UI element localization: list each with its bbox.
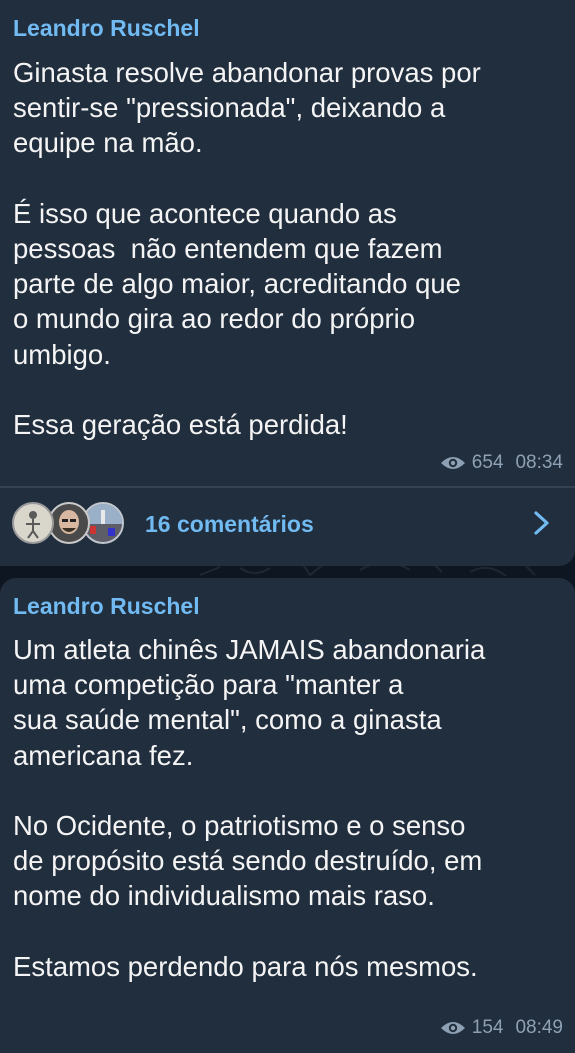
divider (0, 486, 575, 488)
eye-icon (440, 457, 465, 469)
message-meta: 654 08:34 (440, 452, 563, 474)
author-name[interactable]: Leandro Ruschel (13, 593, 200, 620)
comments-button[interactable]: 16 comentários (0, 496, 575, 554)
message-bubble: Leandro Ruschel Um atleta chinês JAMAIS … (0, 578, 575, 1053)
avatar (48, 502, 90, 544)
message-text: Um atleta chinês JAMAIS abandonaria uma … (13, 634, 486, 982)
view-count: 154 (471, 1017, 504, 1038)
chevron-right-icon[interactable] (531, 510, 553, 536)
message-meta: 154 08:49 (440, 1017, 563, 1039)
comments-count-label[interactable]: 16 comentários (145, 511, 314, 538)
author-name[interactable]: Leandro Ruschel (13, 15, 200, 42)
eye-icon (440, 1022, 465, 1034)
avatar (12, 502, 54, 544)
view-count: 654 (471, 452, 504, 473)
message-time: 08:49 (515, 1017, 563, 1038)
message-text: Ginasta resolve abandonar provas por sen… (13, 57, 481, 441)
message-bubble: Leandro Ruschel Ginasta resolve abandona… (0, 0, 575, 566)
message-time: 08:34 (515, 452, 563, 473)
